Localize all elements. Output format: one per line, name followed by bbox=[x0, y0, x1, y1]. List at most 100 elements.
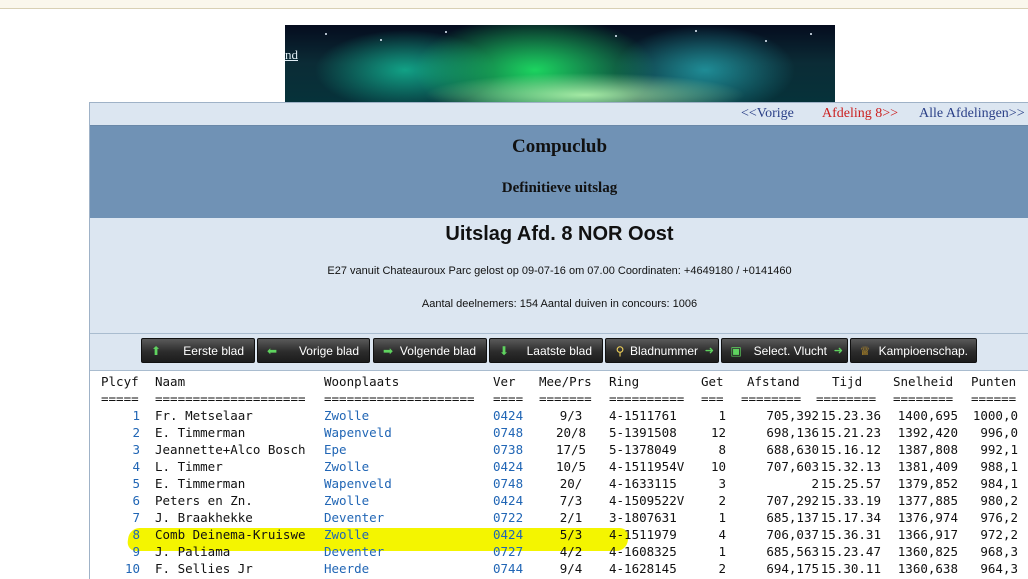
entries-cell: 20/8 bbox=[555, 425, 587, 440]
column-separator: ======= bbox=[539, 391, 592, 406]
column-separator: ==================== bbox=[155, 391, 306, 406]
banner-star bbox=[445, 31, 447, 33]
speed-cell: 1377,885 bbox=[897, 493, 958, 508]
column-header: Snelheid bbox=[893, 374, 954, 389]
column-separator: ======== bbox=[741, 391, 802, 406]
club-code-cell: 0738 bbox=[493, 442, 524, 457]
column-separator: ==== bbox=[493, 391, 524, 406]
column-header: Punten bbox=[971, 374, 1017, 389]
city-cell[interactable]: Zwolle bbox=[324, 493, 489, 508]
city-cell[interactable]: Deventer bbox=[324, 544, 489, 559]
entries-cell: 2/1 bbox=[559, 510, 583, 525]
entries-cell: 17/5 bbox=[555, 442, 587, 457]
city-cell[interactable]: Wapenveld bbox=[324, 425, 489, 440]
result-status: Definitieve uitslag bbox=[501, 180, 618, 196]
club-code-cell: 0424 bbox=[493, 408, 524, 423]
time-cell: 15.21.23 bbox=[820, 425, 881, 440]
column-header: Woonplaats bbox=[324, 374, 400, 389]
chevron-right-icon: ➜ bbox=[704, 345, 714, 357]
table-separator-row: ===== ==================== =============… bbox=[90, 390, 1028, 407]
column-header: Get bbox=[701, 374, 724, 389]
place-cell: 6 bbox=[132, 493, 140, 508]
ring-cell: 3-1807631 bbox=[609, 510, 677, 525]
city-cell[interactable]: Wapenveld bbox=[324, 476, 489, 491]
button-label: Vorige blad bbox=[298, 344, 359, 358]
page-title: Uitslag Afd. 8 NOR Oost bbox=[445, 223, 674, 245]
last-page-button[interactable]: ⬇ Laatste blad bbox=[489, 338, 603, 363]
city-cell[interactable]: Heerde bbox=[324, 561, 489, 576]
name-cell: Jeannette+Alco Bosch bbox=[155, 442, 306, 457]
button-label: Bladnummer bbox=[629, 344, 698, 358]
speed-cell: 1400,695 bbox=[897, 408, 958, 423]
points-cell: 976,2 bbox=[980, 510, 1018, 525]
points-cell: 988,1 bbox=[980, 459, 1018, 474]
select-flight-button[interactable]: ▣ Select. Vlucht ➜ bbox=[721, 338, 848, 363]
time-cell: 15.33.19 bbox=[820, 493, 881, 508]
distance-cell: 688,630 bbox=[766, 442, 819, 457]
club-code-cell: 0748 bbox=[493, 476, 524, 491]
name-cell: Comb Deinema-Kruiswe bbox=[155, 527, 306, 542]
championship-button[interactable]: ♕ Kampioenschap. bbox=[850, 338, 977, 363]
points-cell: 992,1 bbox=[980, 442, 1018, 457]
points-cell: 964,3 bbox=[980, 561, 1018, 576]
place-cell: 3 bbox=[132, 442, 140, 457]
ring-cell: 4-1628145 bbox=[609, 561, 677, 576]
participant-counts: Aantal deelnemers: 154 Aantal duiven in … bbox=[421, 298, 698, 310]
distance-cell: 705,392 bbox=[766, 408, 819, 423]
club-code-cell: 0748 bbox=[493, 425, 524, 440]
crown-icon: ♕ bbox=[859, 344, 871, 358]
previous-division-link[interactable]: <<Vorige bbox=[741, 106, 794, 122]
results-table: Plcyf Naam Woonplaats Ver Mee/Prs Ring G… bbox=[90, 373, 1028, 579]
arrow-up-icon: ⬆ bbox=[150, 344, 162, 358]
place-cell: 1 bbox=[132, 408, 140, 423]
table-row: 2 E. Timmerman Wapenveld 0748 20/8 5-1391508 1… bbox=[90, 424, 1028, 441]
club-code-cell: 0744 bbox=[493, 561, 524, 576]
previous-page-button[interactable]: ⬅ Vorige blad bbox=[257, 338, 370, 363]
city-cell[interactable]: Epe bbox=[324, 442, 489, 457]
arrow-left-icon: ⬅ bbox=[266, 344, 278, 358]
ring-cell: 4-1511979 bbox=[609, 527, 677, 542]
banner-link-text[interactable]: nd bbox=[285, 47, 298, 63]
city-cell[interactable]: Zwolle bbox=[324, 408, 489, 423]
name-cell: L. Timmer bbox=[155, 459, 223, 474]
division-nav: <<Vorige Afdeling 8>> Alle Afdelingen>> bbox=[90, 102, 1028, 125]
first-page-button[interactable]: ⬆ Eerste blad bbox=[141, 338, 255, 363]
city-cell[interactable]: Zwolle bbox=[324, 459, 489, 474]
club-code-cell: 0727 bbox=[493, 544, 524, 559]
name-cell: Peters en Zn. bbox=[155, 493, 253, 508]
column-header: Plcyf bbox=[101, 374, 139, 389]
time-cell: 15.16.12 bbox=[820, 442, 881, 457]
column-header: Ring bbox=[609, 374, 640, 389]
table-row: 8 Comb Deinema-Kruiswe Zwolle 0424 5/3 4-1511… bbox=[90, 526, 1028, 543]
banner-star bbox=[615, 35, 617, 37]
next-page-button[interactable]: ➡ Volgende blad bbox=[373, 338, 487, 363]
distance-cell: 707,292 bbox=[766, 493, 819, 508]
page-number-button[interactable]: ⚲ Bladnummer ➜ bbox=[605, 338, 719, 363]
distance-cell: 707,603 bbox=[766, 459, 819, 474]
column-header: Mee/Prs bbox=[539, 374, 592, 389]
time-cell: 15.25.57 bbox=[820, 476, 881, 491]
points-cell: 1000,0 bbox=[972, 408, 1018, 423]
column-header: Afstand bbox=[747, 374, 800, 389]
place-cell: 4 bbox=[132, 459, 140, 474]
points-cell: 972,2 bbox=[980, 527, 1018, 542]
column-separator: === bbox=[701, 391, 724, 406]
column-separator: ====== bbox=[971, 391, 1017, 406]
all-divisions-link[interactable]: Alle Afdelingen>> bbox=[919, 106, 1025, 122]
count-cell: 2 bbox=[718, 493, 726, 508]
speed-cell: 1360,825 bbox=[897, 544, 958, 559]
results-panel: <<Vorige Afdeling 8>> Alle Afdelingen>> … bbox=[89, 102, 1028, 579]
count-cell: 3 bbox=[718, 476, 726, 491]
column-separator: ======== bbox=[816, 391, 877, 406]
entries-cell: 20/ bbox=[559, 476, 583, 491]
time-cell: 15.32.13 bbox=[820, 459, 881, 474]
table-row: 4 L. Timmer Zwolle 0424 10/5 4-1511954V 10 707,… bbox=[90, 458, 1028, 475]
race-header: Uitslag Afd. 8 NOR Oost E27 vanuit Chate… bbox=[90, 218, 1028, 334]
place-cell: 2 bbox=[132, 425, 140, 440]
ring-cell: 5-1378049 bbox=[609, 442, 677, 457]
button-label: Laatste blad bbox=[526, 344, 592, 358]
speed-cell: 1392,420 bbox=[897, 425, 958, 440]
city-cell[interactable]: Deventer bbox=[324, 510, 489, 525]
city-cell[interactable]: Zwolle bbox=[324, 527, 489, 542]
current-division-link[interactable]: Afdeling 8>> bbox=[822, 106, 898, 122]
